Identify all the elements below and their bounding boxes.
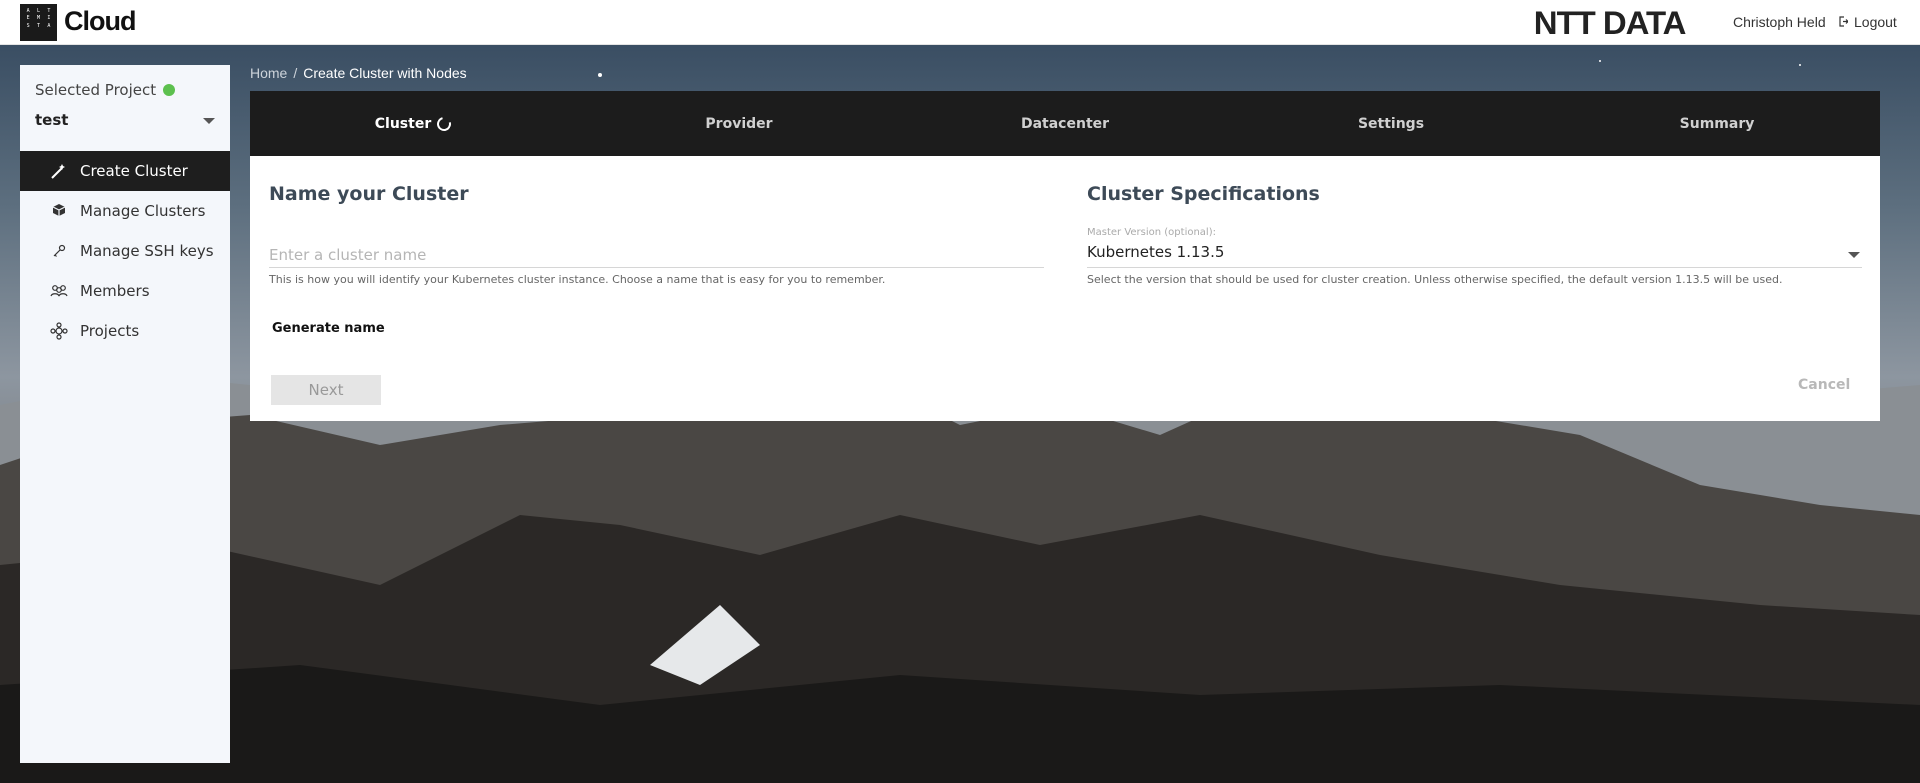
sidebar-item-label: Projects <box>80 322 140 340</box>
name-section-title: Name your Cluster <box>269 183 469 205</box>
cluster-name-hint: This is how you will identify your Kuber… <box>269 273 886 286</box>
master-version-hint: Select the version that should be used f… <box>1087 273 1783 286</box>
breadcrumb-separator: / <box>293 65 298 81</box>
wizard-stepper: Cluster Provider Datacenter Settings Sum… <box>250 91 1880 156</box>
step-label: Provider <box>705 115 773 132</box>
step-summary[interactable]: Summary <box>1554 91 1880 156</box>
step-label: Datacenter <box>1020 115 1110 132</box>
sidebar-nav: Create Cluster Manage Clusters Manage SS… <box>20 151 230 351</box>
chevron-down-icon <box>1848 252 1860 258</box>
spec-section-title: Cluster Specifications <box>1087 183 1320 205</box>
project-select-value: test <box>35 111 69 129</box>
user-name[interactable]: Christoph Held <box>1733 14 1826 30</box>
sidebar-item-members[interactable]: Members <box>20 271 230 311</box>
sidebar-item-create-cluster[interactable]: Create Cluster <box>20 151 230 191</box>
magic-wand-icon <box>50 162 68 180</box>
step-settings[interactable]: Settings <box>1228 91 1554 156</box>
sidebar-item-projects[interactable]: Projects <box>20 311 230 351</box>
sidebar-item-label: Create Cluster <box>80 162 188 180</box>
step-datacenter[interactable]: Datacenter <box>902 91 1228 156</box>
breadcrumb-current: Create Cluster with Nodes <box>303 65 467 81</box>
sidebar-item-label: Manage SSH keys <box>80 242 214 260</box>
altemista-logo[interactable]: A L T E M I S T A <box>20 4 57 41</box>
key-icon <box>50 242 68 260</box>
logout-label: Logout <box>1854 14 1897 30</box>
logout-icon <box>1839 14 1849 30</box>
step-label: Cluster <box>374 115 432 132</box>
step-provider[interactable]: Provider <box>576 91 902 156</box>
selected-project-label: Selected Project <box>35 81 176 99</box>
loading-spinner-icon <box>434 113 454 134</box>
project-select[interactable]: test <box>35 111 215 135</box>
cluster-name-input[interactable] <box>269 243 1044 268</box>
sidebar-item-label: Manage Clusters <box>80 202 206 220</box>
sidebar-item-label: Members <box>80 282 150 300</box>
cluster-form-panel: Name your Cluster This is how you will i… <box>250 156 1880 421</box>
next-button[interactable]: Next <box>271 375 381 405</box>
step-label: Settings <box>1357 115 1425 132</box>
master-version-select[interactable]: Kubernetes 1.13.5 <box>1087 243 1862 268</box>
step-label: Summary <box>1679 115 1755 132</box>
sidebar-item-manage-clusters[interactable]: Manage Clusters <box>20 191 230 231</box>
users-icon <box>50 282 68 300</box>
brand-logo: NTT DATA <box>1533 5 1687 41</box>
master-version-value: Kubernetes 1.13.5 <box>1087 243 1225 261</box>
projects-icon <box>50 322 68 340</box>
generate-name-button[interactable]: Generate name <box>272 321 385 336</box>
chevron-down-icon <box>203 118 215 124</box>
breadcrumb-home-link[interactable]: Home <box>250 65 287 81</box>
master-version-label: Master Version (optional): <box>1087 227 1216 238</box>
cancel-button[interactable]: Cancel <box>1798 377 1850 393</box>
step-cluster[interactable]: Cluster <box>250 91 576 156</box>
project-status-dot <box>163 84 176 96</box>
sidebar: Selected Project test Create Cluster Man… <box>20 65 230 763</box>
sidebar-item-manage-ssh-keys[interactable]: Manage SSH keys <box>20 231 230 271</box>
cubes-icon <box>50 202 68 220</box>
breadcrumb: Home / Create Cluster with Nodes <box>250 65 467 81</box>
app-title[interactable]: Cloud <box>64 6 136 37</box>
top-bar: A L T E M I S T A Cloud NTT DATA Christo… <box>0 0 1920 45</box>
logout-button[interactable]: Logout <box>1839 14 1897 30</box>
